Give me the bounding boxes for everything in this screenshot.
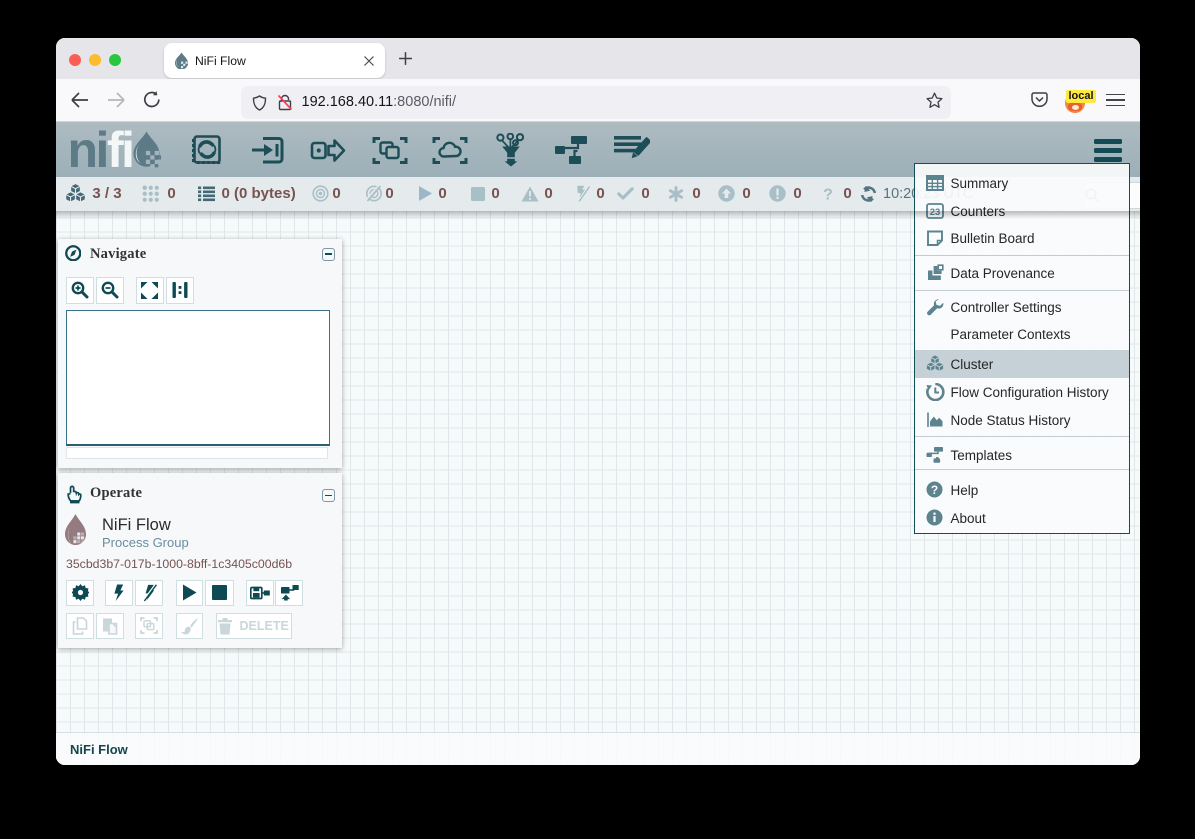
svg-text:?: ? [930,483,937,497]
